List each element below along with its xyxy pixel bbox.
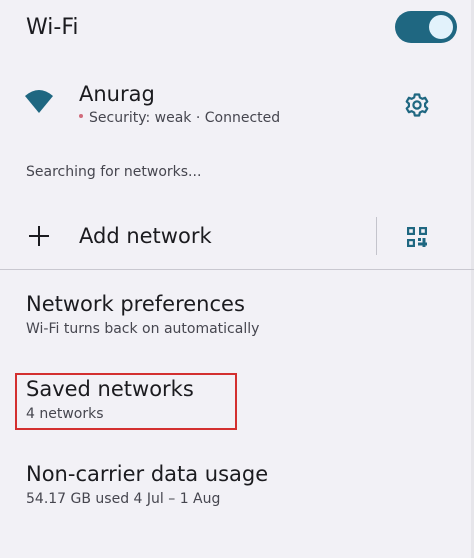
section-divider — [0, 269, 474, 270]
wifi-signal-icon — [25, 90, 53, 113]
network-name: Anurag — [79, 82, 155, 106]
network-settings-button[interactable] — [400, 88, 434, 122]
add-network-label: Add network — [79, 224, 212, 248]
network-preferences-item[interactable]: Network preferences Wi-Fi turns back on … — [0, 290, 474, 354]
wifi-toggle-thumb — [429, 15, 453, 39]
security-weak-dot — [79, 114, 83, 118]
wifi-toggle-switch[interactable] — [395, 11, 457, 43]
gear-icon — [405, 93, 429, 117]
connected-network-item[interactable]: Anurag Security: weak · Connected — [0, 70, 474, 142]
wifi-header: Wi-Fi — [0, 0, 474, 56]
saved-networks-title: Saved networks — [26, 377, 194, 401]
network-status-text: Security: weak · Connected — [89, 110, 281, 126]
add-network-row: Add network — [0, 208, 474, 266]
network-status: Security: weak · Connected — [79, 108, 280, 128]
qr-scan-button[interactable] — [400, 220, 434, 254]
data-usage-item[interactable]: Non-carrier data usage 54.17 GB used 4 J… — [0, 460, 474, 524]
wifi-title: Wi-Fi — [26, 15, 79, 40]
plus-icon — [29, 226, 49, 246]
saved-networks-summary: 4 networks — [26, 406, 104, 422]
data-usage-title: Non-carrier data usage — [26, 462, 269, 486]
data-usage-summary: 54.17 GB used 4 Jul – 1 Aug — [26, 491, 221, 507]
vertical-divider — [376, 217, 377, 255]
searching-networks-text: Searching for networks... — [26, 164, 202, 180]
network-preferences-summary: Wi-Fi turns back on automatically — [26, 321, 260, 337]
add-network-button[interactable]: Add network — [0, 208, 368, 266]
qr-code-scan-icon — [407, 227, 427, 247]
network-preferences-title: Network preferences — [26, 292, 245, 316]
saved-networks-item[interactable]: Saved networks 4 networks — [0, 375, 474, 439]
